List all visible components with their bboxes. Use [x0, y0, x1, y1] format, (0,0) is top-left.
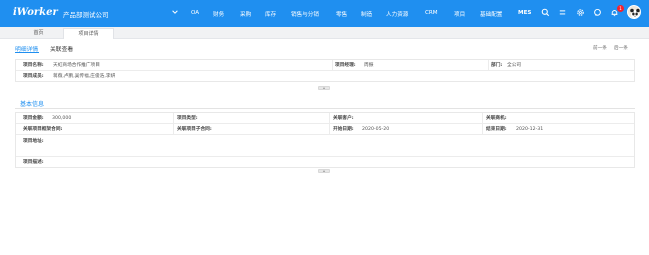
sub-contract-label: 关联项目子合同: [177, 127, 212, 132]
nav-sales[interactable]: 销售与分销 [291, 10, 319, 18]
nav-oa[interactable]: OA [191, 10, 199, 16]
subtab-active-indicator [15, 52, 39, 53]
tab-project-detail[interactable]: 项目详情 [63, 28, 114, 39]
related-customer-label: 关联客户: [333, 116, 354, 121]
summary-row-1: 项目名称: 天虹商场合作推广项目 项目经理: 周振 部门: 全公司 [16, 60, 634, 71]
related-opportunity-label: 关联商机: [486, 116, 507, 121]
basic-row-4: 项目描述: [16, 157, 634, 168]
frame-contract-label: 关联项目框架合同: [23, 127, 63, 132]
project-description-label: 项目描述: [23, 160, 44, 165]
collapse-toggle-basic[interactable] [318, 169, 330, 173]
nav-finance[interactable]: 财务 [213, 10, 224, 18]
start-date-value: 2020-05-20 [362, 127, 390, 132]
project-amount-value: 300,000 [52, 116, 72, 121]
start-date-label: 开始日期: [333, 127, 354, 132]
nav-retail[interactable]: 零售 [336, 10, 347, 18]
department-label: 部门: [491, 63, 503, 68]
nav-manufacturing[interactable]: 制造 [361, 10, 372, 18]
section-title-basic-info: 基本信息 [20, 101, 45, 108]
basic-row-2: 关联项目框架合同: 关联项目子合同: 开始日期: 2020-05-20 结束日期… [16, 124, 634, 135]
nav-purchase[interactable]: 采购 [240, 10, 251, 18]
nav-crm[interactable]: CRM [425, 10, 438, 16]
menu-icon[interactable] [558, 8, 567, 17]
project-name-label: 项目名称: [23, 63, 44, 68]
project-type-label: 项目类型: [177, 116, 198, 121]
basic-info-table: 项目金额: 300,000 项目类型: 关联客户: 关联商机: 关联项目框架合同… [15, 112, 635, 168]
company-name[interactable]: 产品部测试公司 [63, 9, 109, 19]
nav-basic-config[interactable]: 基础配置 [480, 10, 502, 18]
project-manager-label: 项目经理: [335, 63, 356, 68]
top-navbar: iWorker 产品部测试公司 OA 财务 采购 库存 销售与分销 零售 制造 … [0, 0, 649, 27]
notification-badge: 1 [617, 5, 624, 12]
end-date-label: 结束日期: [486, 127, 507, 132]
next-record-link[interactable]: 后一条 [614, 45, 628, 51]
project-members-label: 项目成员: [23, 74, 44, 79]
subtab-related[interactable]: 关联查看 [50, 44, 73, 53]
app-logo[interactable]: iWorker [13, 7, 58, 18]
tab-home[interactable]: 首页 [14, 28, 63, 39]
project-address-label: 项目地址: [23, 139, 44, 144]
basic-row-1: 项目金额: 300,000 项目类型: 关联客户: 关联商机: [16, 113, 634, 124]
collapse-toggle[interactable] [318, 86, 330, 90]
page-tab-bar: 首页 项目详情 [0, 27, 649, 39]
department-value: 全公司 [507, 63, 522, 68]
project-members-value: 蒋薇,卢鹏,吴传福,庄俊浩,李妍 [53, 74, 116, 79]
nav-inventory[interactable]: 库存 [265, 10, 276, 18]
chevron-down-icon[interactable] [171, 8, 179, 16]
nav-project[interactable]: 项目 [454, 10, 465, 18]
basic-row-3: 项目地址: [16, 135, 634, 157]
end-date-value: 2020-12-31 [516, 127, 544, 132]
nav-mes[interactable]: MES [518, 10, 531, 16]
message-icon[interactable] [593, 8, 602, 17]
avatar[interactable] [627, 5, 641, 19]
project-amount-label: 项目金额: [23, 116, 44, 121]
summary-row-2: 项目成员: 蒋薇,卢鹏,吴传福,庄俊浩,李妍 [16, 71, 634, 82]
project-name-value: 天虹商场合作推广项目 [53, 63, 100, 68]
project-manager-value: 周振 [364, 63, 374, 68]
section-divider [15, 108, 635, 109]
nav-hr[interactable]: 人力资源 [386, 10, 408, 18]
prev-record-link[interactable]: 前一条 [593, 45, 607, 51]
search-icon[interactable] [541, 8, 550, 17]
summary-table: 项目名称: 天虹商场合作推广项目 项目经理: 周振 部门: 全公司 项目成员: … [15, 59, 635, 82]
gear-icon[interactable] [576, 8, 585, 17]
